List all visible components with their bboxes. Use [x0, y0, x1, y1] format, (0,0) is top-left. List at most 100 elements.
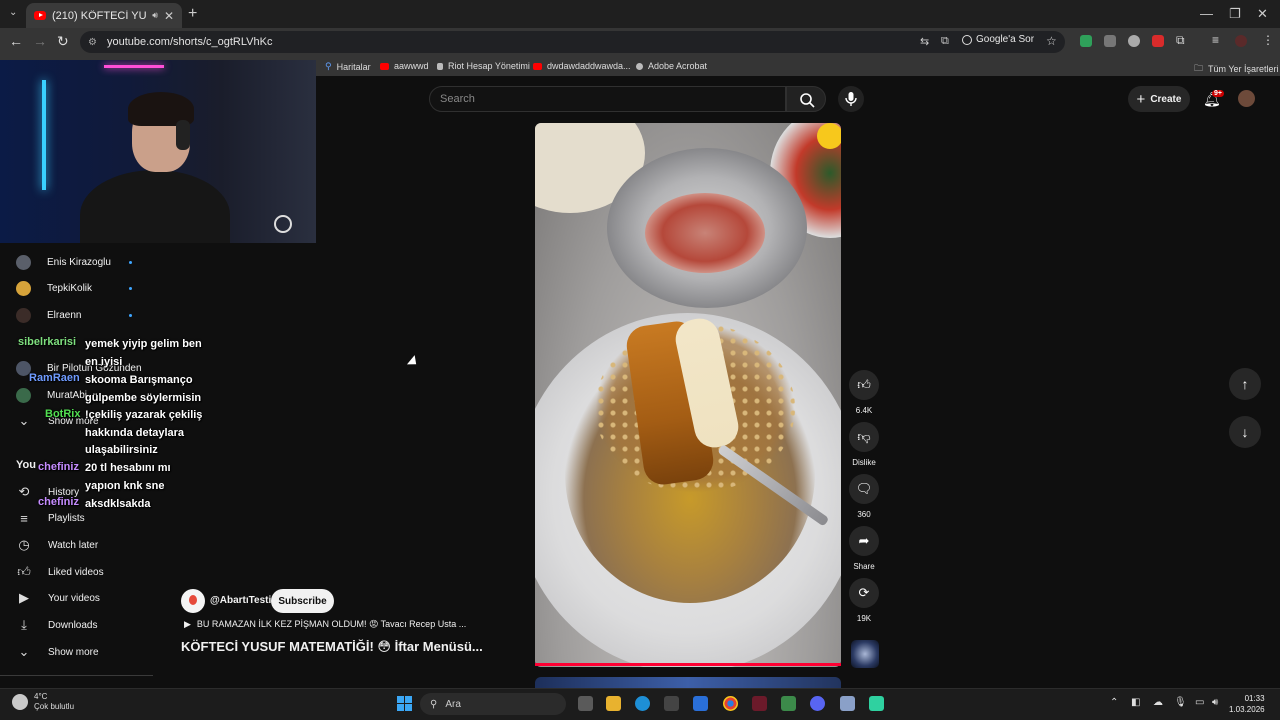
task-view-icon[interactable]: [578, 696, 593, 711]
discord-icon[interactable]: [810, 696, 825, 711]
sidebar-subscription-item[interactable]: TepkiKolik: [16, 275, 132, 301]
search-input[interactable]: Search: [429, 86, 786, 112]
video-progress-bar[interactable]: [535, 663, 841, 666]
short-title[interactable]: KÖFTECİ YUSUF MATEMATİĞİ! 😳 İftar Menüsü…: [181, 639, 483, 655]
bookmark-item[interactable]: Riot Hesap Yönetimi: [437, 61, 530, 71]
sidebar-subscription-item[interactable]: MuratAbi: [16, 382, 87, 408]
tray-mic-icon[interactable]: 🎙︎: [1174, 697, 1187, 708]
browser-menu-icon[interactable]: ⋮: [1262, 33, 1274, 47]
create-button[interactable]: + Create: [1128, 86, 1190, 112]
sidebar-item-your-videos[interactable]: ▶ Your videos: [16, 585, 100, 611]
weather-widget[interactable]: 4°C Çok bulutlu: [12, 692, 74, 712]
sidebar-show-more-you[interactable]: ⌄ Show more: [16, 639, 99, 665]
tray-volume-icon[interactable]: 🔊︎: [1212, 697, 1218, 708]
sidebar-subscription-item[interactable]: Enis Kirazoglu: [16, 249, 132, 275]
linked-video[interactable]: ▶ BU RAMAZAN İLK KEZ PİŞMAN OLDUM! 😡 Tav…: [184, 619, 466, 630]
app-icon[interactable]: [752, 696, 767, 711]
remix-button[interactable]: ⟳ 19K: [849, 578, 879, 623]
close-window-icon[interactable]: ✕: [1257, 6, 1268, 22]
store-icon[interactable]: [664, 696, 679, 711]
tray-cloud-icon[interactable]: ☁: [1153, 697, 1163, 708]
next-short-button[interactable]: ↓: [1229, 416, 1261, 448]
bookmark-label: Riot Hesap Yönetimi: [448, 61, 530, 71]
forward-icon[interactable]: →: [33, 33, 47, 49]
bookmark-item[interactable]: Adobe Acrobat: [636, 61, 707, 71]
translate-icon[interactable]: ⇆: [920, 35, 929, 48]
reload-icon[interactable]: ↻: [57, 33, 69, 50]
profile-avatar-icon[interactable]: [1235, 35, 1247, 47]
site-info-icon[interactable]: ⚙: [88, 37, 97, 48]
outlook-icon[interactable]: [693, 696, 708, 711]
chat-username: chefiniz: [38, 461, 79, 473]
extension-icon[interactable]: [1152, 35, 1164, 47]
like-button[interactable]: 👍︎ 6.4K: [849, 370, 879, 415]
browser-tab-active[interactable]: (210) KÖFTECİ YUSUF MATE 🔊︎ ✕: [26, 3, 182, 28]
tray-chevron-icon[interactable]: ⌃: [1110, 697, 1118, 708]
taskbar-clock[interactable]: 01:33 1.03.2026: [1229, 693, 1265, 715]
restore-icon[interactable]: ❐: [1229, 6, 1241, 22]
extension-icon[interactable]: [1104, 35, 1116, 47]
channel-avatar: [16, 387, 31, 403]
previous-short-button[interactable]: ↑: [1229, 368, 1261, 400]
cast-icon[interactable]: ⧉: [941, 35, 949, 48]
tab-close-icon[interactable]: ✕: [164, 9, 174, 23]
voice-search-button[interactable]: [838, 86, 864, 112]
you-section-header[interactable]: You: [16, 459, 36, 471]
globe-icon: [636, 62, 643, 70]
search-icon: [800, 93, 815, 108]
sidebar-item-liked-videos[interactable]: 👍︎ Liked videos: [16, 559, 103, 585]
bookmark-star-icon[interactable]: ☆: [1046, 34, 1057, 48]
like-count: 6.4K: [855, 406, 873, 415]
back-icon[interactable]: ←: [9, 33, 23, 49]
your-videos-icon: ▶: [19, 590, 29, 605]
tray-monitor-icon[interactable]: ▭: [1195, 697, 1204, 708]
folder-icon: 🗀︎: [1194, 63, 1204, 73]
windows-start-icon[interactable]: [397, 696, 412, 711]
share-button[interactable]: ➦ Share: [849, 526, 879, 571]
app-icon[interactable]: [781, 696, 796, 711]
bookmark-item[interactable]: dwdawdaddwawda...: [533, 61, 631, 71]
channel-avatar[interactable]: [181, 589, 205, 613]
sidebar-item-downloads[interactable]: ⤓ Downloads: [16, 612, 97, 638]
dislike-button[interactable]: 👎︎ Dislike: [849, 422, 879, 467]
search-button[interactable]: [786, 86, 826, 112]
streamer-webcam-overlay: [0, 60, 316, 243]
address-bar[interactable]: ⚙ youtube.com/shorts/c_ogtRLVhKc: [80, 31, 1065, 53]
chrome-icon[interactable]: [723, 696, 738, 711]
extension-icon[interactable]: [1080, 35, 1092, 47]
app-icon[interactable]: [869, 696, 884, 711]
all-bookmarks-button[interactable]: 🗀︎ Tüm Yer İşaretleri: [1194, 61, 1279, 77]
channel-name[interactable]: @AbartıTesti: [210, 595, 271, 606]
bookmark-label: Haritalar: [336, 61, 371, 72]
bookmark-item[interactable]: ⚲ Haritalar: [325, 61, 371, 72]
sidebar-item-watch-later[interactable]: ◷ Watch later: [16, 532, 98, 558]
chat-username: BotRix: [45, 408, 81, 420]
extension-icon[interactable]: [1128, 35, 1140, 47]
create-label: Create: [1150, 93, 1182, 105]
headset: [176, 120, 190, 150]
bookmark-item[interactable]: aawwwd: [380, 61, 429, 71]
sidebar-item-playlists[interactable]: ≡ Playlists: [16, 505, 84, 531]
minimize-icon[interactable]: —: [1200, 6, 1213, 21]
google-sor-button[interactable]: Google'a Sor: [962, 34, 1034, 45]
tab-list-chevron-icon[interactable]: ⌄: [9, 7, 17, 18]
sidebar-subscription-item[interactable]: Elraenn: [16, 302, 132, 328]
sidebar-item-label: Downloads: [48, 619, 98, 631]
speaker-icon[interactable]: 🔊︎: [152, 10, 158, 21]
subscribe-button[interactable]: Subscribe: [271, 589, 334, 613]
live-indicator: [129, 287, 132, 290]
short-video-player[interactable]: [535, 123, 841, 667]
tray-app-icon[interactable]: ◧: [1131, 697, 1140, 708]
new-tab-button[interactable]: +: [188, 5, 197, 23]
sound-thumbnail[interactable]: [851, 640, 879, 668]
extensions-puzzle-icon[interactable]: ⧉: [1176, 33, 1185, 48]
thumbs-up-icon: 👍︎: [849, 370, 879, 400]
app-icon[interactable]: [840, 696, 855, 711]
chat-message: skooma Barışmanço gülpembe söylermisin: [85, 372, 201, 407]
media-control-icon[interactable]: ≡: [1212, 33, 1219, 47]
file-explorer-icon[interactable]: [606, 696, 621, 711]
taskbar-search[interactable]: ⚲ Ara: [420, 693, 566, 715]
comments-button[interactable]: 🗨︎ 360: [849, 474, 879, 519]
account-avatar[interactable]: [1238, 90, 1255, 107]
edge-icon[interactable]: [635, 696, 650, 711]
